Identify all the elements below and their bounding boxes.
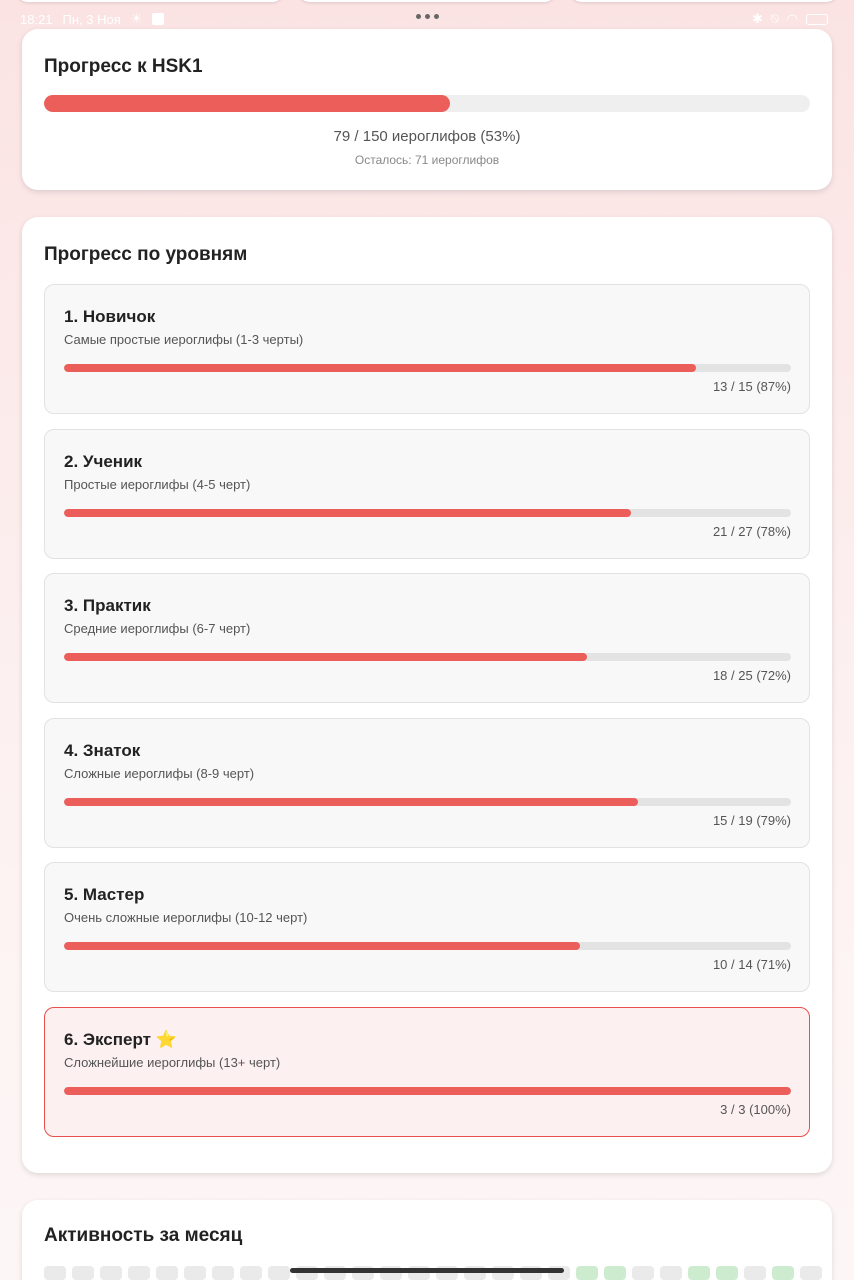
- level-progress-fill: [64, 942, 581, 950]
- level-stat: 21 / 27 (78%): [712, 524, 791, 539]
- level-progress-fill: [64, 653, 588, 661]
- levels-card: Прогресс по уровням 1. Новичок Самые про…: [22, 217, 832, 1173]
- hsk-progress-card: Прогресс к HSK1 79 / 150 иероглифов (53%…: [22, 29, 832, 190]
- level-progress-bar: [64, 1087, 791, 1095]
- hsk-count: 79 / 150 иероглифов (53%): [333, 128, 521, 145]
- level-desc: Очень сложные иероглифы (10-12 черт): [64, 910, 308, 925]
- level-stat: 18 / 25 (72%): [712, 668, 791, 683]
- level-item-5[interactable]: 5. Мастер Очень сложные иероглифы (10-12…: [44, 862, 810, 992]
- more-dots-icon[interactable]: [416, 14, 439, 19]
- level-desc: Простые иероглифы (4-5 черт): [64, 477, 251, 492]
- level-progress-fill: [64, 509, 632, 517]
- level-name-text: 6. Эксперт: [64, 1030, 151, 1049]
- level-name: 6. Эксперт ⭐: [64, 1030, 177, 1050]
- level-item-4[interactable]: 4. Знаток Сложные иероглифы (8-9 черт) 1…: [44, 718, 810, 848]
- battery-icon: [806, 13, 828, 25]
- wifi-icon: ◠: [786, 11, 798, 26]
- activity-title: Активность за месяц: [44, 1225, 243, 1246]
- level-progress-bar: [64, 509, 791, 517]
- level-progress-bar: [64, 653, 791, 661]
- level-progress-bar: [64, 798, 791, 806]
- level-name: 2. Ученик: [64, 452, 143, 471]
- level-name: 3. Практик: [64, 596, 151, 615]
- notification-icon: [152, 13, 165, 25]
- level-progress-fill: [64, 798, 639, 806]
- level-item-3[interactable]: 3. Практик Средние иероглифы (6-7 черт) …: [44, 573, 810, 703]
- level-name: 4. Знаток: [64, 741, 141, 760]
- status-date: Пн, 3 Ноя: [62, 11, 121, 27]
- level-progress-fill: [64, 364, 697, 372]
- level-desc: Сложнейшие иероглифы (13+ черт): [64, 1055, 281, 1070]
- level-item-1[interactable]: 1. Новичок Самые простые иероглифы (1-3 …: [44, 284, 810, 414]
- level-stat: 13 / 15 (87%): [712, 379, 791, 394]
- hsk-remaining: Осталось: 71 иероглифов: [354, 153, 500, 167]
- hsk-progress-bar: [44, 95, 810, 112]
- hsk-title: Прогресс к HSK1: [44, 56, 203, 77]
- levels-title: Прогресс по уровням: [44, 244, 248, 265]
- level-item-6[interactable]: 6. Эксперт ⭐ Сложнейшие иероглифы (13+ ч…: [44, 1007, 810, 1137]
- brightness-icon: ☀: [130, 11, 143, 26]
- level-stat: 10 / 14 (71%): [712, 957, 791, 972]
- mute-icon: ⍉: [770, 11, 779, 26]
- bluetooth-icon: ✱: [751, 11, 763, 26]
- level-progress-fill: [64, 1087, 791, 1095]
- hsk-progress-fill: [44, 95, 450, 112]
- level-progress-bar: [64, 364, 791, 372]
- status-bar: 18:21 Пн, 3 Ноя ☀ ✱ ⍉ ◠: [0, 0, 854, 28]
- home-indicator[interactable]: [290, 1268, 564, 1273]
- level-desc: Самые простые иероглифы (1-3 черты): [64, 332, 304, 347]
- level-stat: 15 / 19 (79%): [712, 813, 791, 828]
- status-time: 18:21: [20, 11, 53, 27]
- level-desc: Сложные иероглифы (8-9 черт): [64, 766, 255, 781]
- level-name: 1. Новичок: [64, 307, 156, 326]
- level-stat: 3 / 3 (100%): [720, 1102, 791, 1117]
- level-name: 5. Мастер: [64, 885, 145, 904]
- level-item-2[interactable]: 2. Ученик Простые иероглифы (4-5 черт) 2…: [44, 429, 810, 559]
- star-icon: ⭐: [155, 1030, 177, 1049]
- level-progress-bar: [64, 942, 791, 950]
- level-desc: Средние иероглифы (6-7 черт): [64, 621, 251, 636]
